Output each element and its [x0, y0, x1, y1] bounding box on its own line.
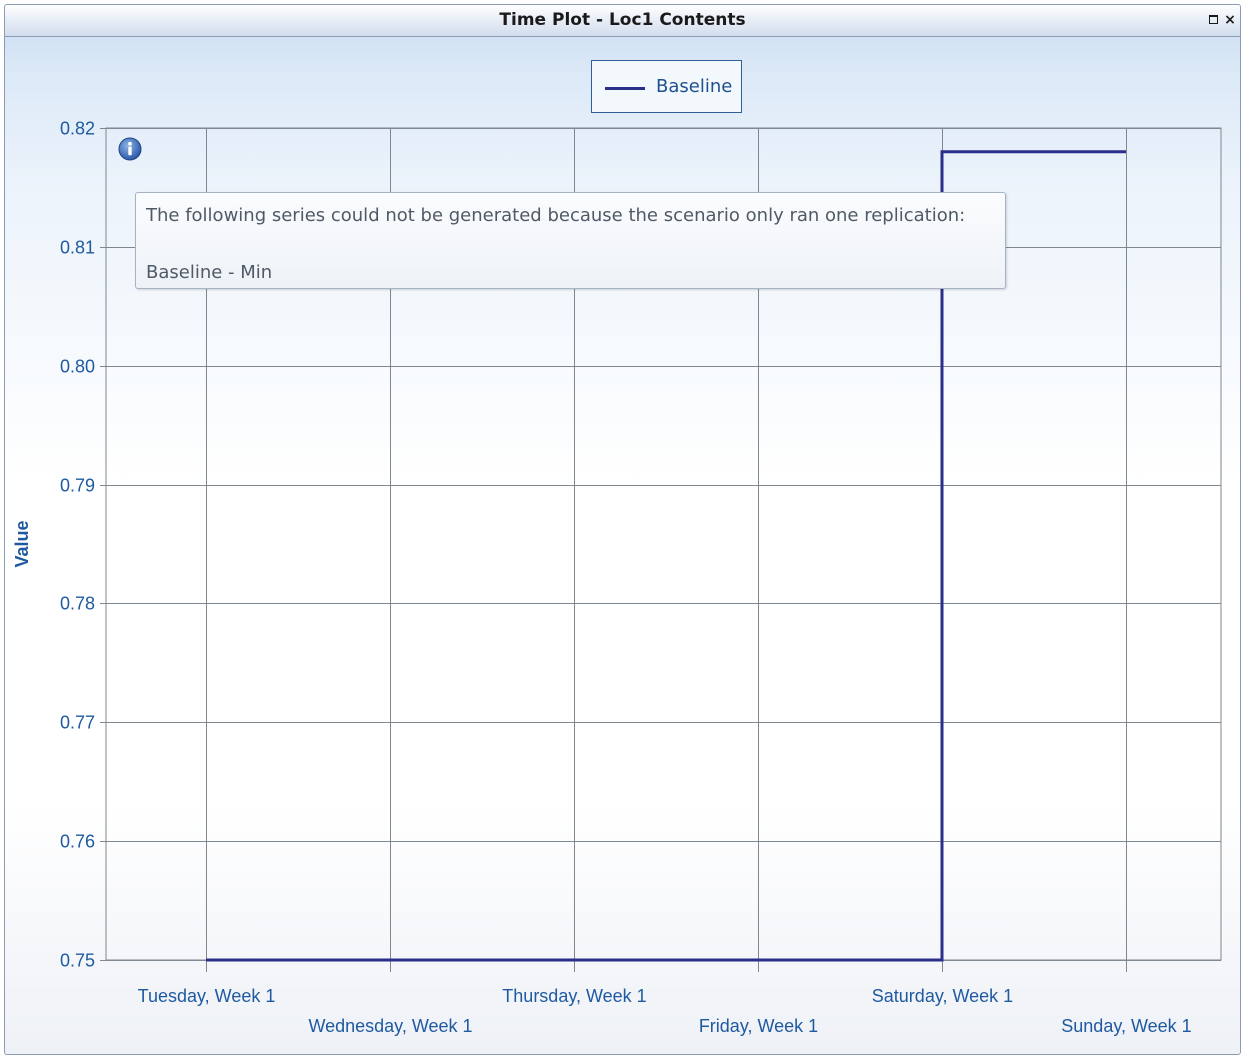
y-tick-label: 0.79	[60, 476, 95, 496]
chart-legend: Baseline	[591, 60, 742, 113]
y-tick-label: 0.77	[60, 713, 95, 733]
x-tick-label: Tuesday, Week 1	[138, 986, 276, 1006]
series-warning-tooltip: The following series could not be genera…	[135, 192, 1006, 289]
time-plot-chart: 0.82 0.81 0.80 0.79 0.78 0.77 0.76 0.75 Tuesday,…	[12, 119, 1222, 1036]
y-tick-label: 0.81	[60, 238, 95, 258]
info-icon[interactable]	[118, 137, 142, 161]
legend-label-baseline: Baseline	[656, 76, 733, 97]
y-axis-title: Value	[12, 520, 32, 567]
x-tick-label: Wednesday, Week 1	[308, 1016, 472, 1036]
x-tick-label: Thursday, Week 1	[502, 986, 646, 1006]
x-tick-label: Friday, Week 1	[699, 1016, 818, 1036]
y-tick-label: 0.82	[60, 119, 95, 139]
time-plot-window: Time Plot - Loc1 Contents × 0.82 0.81 0.80…	[4, 4, 1241, 1055]
x-tick-label: Saturday, Week 1	[872, 986, 1013, 1006]
y-tick-label: 0.76	[60, 832, 95, 852]
y-tick-label: 0.75	[60, 951, 95, 971]
legend-swatch-baseline	[605, 87, 645, 90]
y-tick-label: 0.78	[60, 594, 95, 614]
tooltip-message: The following series could not be genera…	[146, 205, 966, 226]
y-tick-label: 0.80	[60, 357, 95, 377]
tooltip-series-name: Baseline - Min	[146, 262, 273, 283]
x-tick-label: Sunday, Week 1	[1061, 1016, 1191, 1036]
